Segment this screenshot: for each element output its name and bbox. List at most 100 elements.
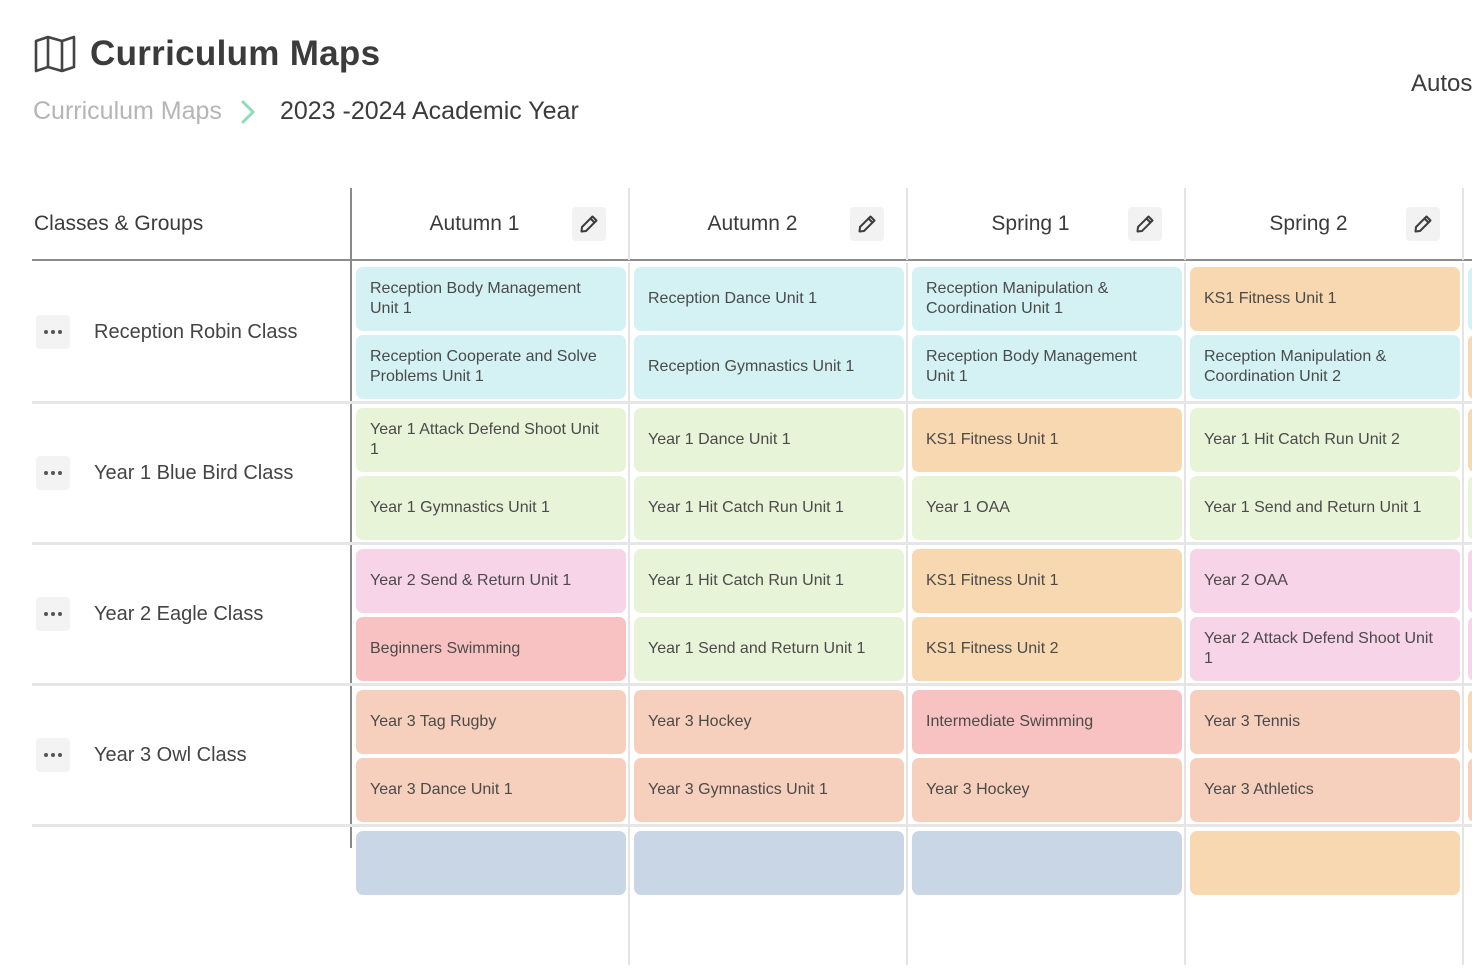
pencil-icon xyxy=(1413,214,1433,234)
unit-card[interactable]: Year 1 Hit Catch Run Unit 2 xyxy=(1190,408,1460,472)
chevron-right-icon xyxy=(240,98,262,126)
unit-card[interactable]: KS1 Fitness Unit 2 xyxy=(912,617,1182,681)
unit-card[interactable] xyxy=(1468,267,1472,331)
unit-card[interactable] xyxy=(1468,476,1472,540)
term-cell xyxy=(908,827,1186,965)
term-cell: KS1 Fitness Unit 1 Year 1 OAA xyxy=(908,404,1186,542)
unit-card[interactable]: KS1 Fitness Unit 1 xyxy=(912,549,1182,613)
edit-term-button[interactable] xyxy=(572,207,606,241)
unit-card[interactable] xyxy=(1468,617,1472,681)
term-header-overflow xyxy=(1464,188,1472,260)
unit-card[interactable]: Reception Manipulation & Coordination Un… xyxy=(1190,335,1460,399)
unit-title: Year 3 Hockey xyxy=(926,781,1030,798)
class-menu-button[interactable] xyxy=(36,456,70,490)
unit-card[interactable] xyxy=(1468,335,1472,399)
unit-card[interactable]: Reception Cooperate and Solve Problems U… xyxy=(356,335,626,399)
unit-card[interactable]: Year 3 Hockey xyxy=(634,690,904,754)
breadcrumb-current: 2023 -2024 Academic Year xyxy=(279,97,579,125)
unit-card[interactable]: Reception Body Management Unit 1 xyxy=(356,267,626,331)
term-header: Autumn 1 xyxy=(352,188,630,260)
unit-card[interactable]: Year 3 Gymnastics Unit 1 xyxy=(634,758,904,822)
unit-card[interactable] xyxy=(356,831,626,895)
unit-card[interactable]: Reception Manipulation & Coordination Un… xyxy=(912,267,1182,331)
unit-card[interactable] xyxy=(1468,408,1472,472)
unit-card[interactable]: Beginners Swimming xyxy=(356,617,626,681)
unit-card[interactable] xyxy=(1468,758,1472,822)
class-cell: Year 1 Blue Bird Class xyxy=(34,404,350,542)
unit-title: Year 1 Hit Catch Run Unit 2 xyxy=(1204,431,1400,448)
term-cell: Year 2 OAA Year 2 Attack Defend Shoot Uni… xyxy=(1186,545,1464,683)
breadcrumb-root-link[interactable]: Curriculum Maps xyxy=(33,97,222,126)
class-name: Year 1 Blue Bird Class xyxy=(94,461,294,484)
unit-card[interactable]: KS1 Fitness Unit 1 xyxy=(1190,267,1460,331)
unit-title: Reception Manipulation & Coordination Un… xyxy=(1204,348,1387,385)
unit-card[interactable]: Year 1 OAA xyxy=(912,476,1182,540)
unit-card[interactable] xyxy=(912,831,1182,895)
unit-card[interactable]: Year 3 Tag Rugby xyxy=(356,690,626,754)
unit-card[interactable]: Year 1 Hit Catch Run Unit 1 xyxy=(634,549,904,613)
unit-title: Beginners Swimming xyxy=(370,640,521,657)
term-cell: Year 2 Send & Return Unit 1 Beginners Swi… xyxy=(352,545,630,683)
unit-card[interactable] xyxy=(1468,549,1472,613)
class-name: Year 2 Eagle Class xyxy=(94,602,264,625)
unit-card[interactable]: KS1 Fitness Unit 1 xyxy=(912,408,1182,472)
term-cell: Year 1 Hit Catch Run Unit 2 Year 1 Send a… xyxy=(1186,404,1464,542)
unit-title: Year 3 Athletics xyxy=(1204,781,1314,798)
unit-title: Year 2 Send & Return Unit 1 xyxy=(370,572,572,589)
unit-card[interactable]: Year 2 Send & Return Unit 1 xyxy=(356,549,626,613)
unit-card[interactable] xyxy=(1468,690,1472,754)
unit-card[interactable]: Year 3 Tennis xyxy=(1190,690,1460,754)
term-label: Spring 2 xyxy=(1269,212,1348,235)
title-row: Curriculum Maps xyxy=(34,34,380,74)
unit-card[interactable] xyxy=(634,831,904,895)
edit-term-button[interactable] xyxy=(850,207,884,241)
unit-card[interactable]: Reception Dance Unit 1 xyxy=(634,267,904,331)
edit-term-button[interactable] xyxy=(1406,207,1440,241)
more-horizontal-icon xyxy=(43,329,63,335)
more-horizontal-icon xyxy=(43,611,63,617)
term-label: Autumn 1 xyxy=(429,212,520,235)
unit-card[interactable]: Year 2 Attack Defend Shoot Unit 1 xyxy=(1190,617,1460,681)
class-cell: Year 2 Eagle Class xyxy=(34,545,350,683)
unit-title: Year 1 Send and Return Unit 1 xyxy=(1204,499,1422,516)
unit-card[interactable]: Year 1 Hit Catch Run Unit 1 xyxy=(634,476,904,540)
unit-title: Year 1 Hit Catch Run Unit 1 xyxy=(648,572,844,589)
term-cell: KS1 Fitness Unit 1 KS1 Fitness Unit 2 xyxy=(908,545,1186,683)
unit-card[interactable]: Year 1 Send and Return Unit 1 xyxy=(634,617,904,681)
unit-card[interactable]: Year 3 Athletics xyxy=(1190,758,1460,822)
unit-card[interactable]: Year 3 Dance Unit 1 xyxy=(356,758,626,822)
unit-card[interactable]: Year 2 OAA xyxy=(1190,549,1460,613)
unit-card[interactable]: Year 3 Hockey xyxy=(912,758,1182,822)
class-menu-button[interactable] xyxy=(36,738,70,772)
class-menu-button[interactable] xyxy=(36,597,70,631)
class-row: Year 2 Eagle Class Year 2 Send & Return U… xyxy=(32,545,1472,686)
unit-title: Year 1 OAA xyxy=(926,499,1010,516)
unit-title: Year 1 Send and Return Unit 1 xyxy=(648,640,866,657)
unit-card[interactable]: Year 1 Send and Return Unit 1 xyxy=(1190,476,1460,540)
unit-card[interactable]: Year 1 Dance Unit 1 xyxy=(634,408,904,472)
unit-card[interactable]: Intermediate Swimming xyxy=(912,690,1182,754)
class-name: Year 3 Owl Class xyxy=(94,743,247,766)
pencil-icon xyxy=(1135,214,1155,234)
unit-title: Year 1 Attack Defend Shoot Unit 1 xyxy=(370,421,599,458)
edit-term-button[interactable] xyxy=(1128,207,1162,241)
unit-card[interactable]: Reception Gymnastics Unit 1 xyxy=(634,335,904,399)
class-cell: Year 3 Owl Class xyxy=(34,686,350,824)
unit-title: Reception Manipulation & Coordination Un… xyxy=(926,280,1109,317)
term-label: Spring 1 xyxy=(991,212,1070,235)
classes-groups-header: Classes & Groups xyxy=(34,212,204,235)
unit-title: KS1 Fitness Unit 1 xyxy=(926,431,1059,448)
term-cell-overflow xyxy=(1464,686,1472,824)
map-icon xyxy=(34,34,78,74)
unit-card[interactable]: Reception Body Management Unit 1 xyxy=(912,335,1182,399)
term-cell-overflow xyxy=(1464,263,1472,401)
term-header: Spring 1 xyxy=(908,188,1186,260)
term-cell: Year 1 Hit Catch Run Unit 1 Year 1 Send a… xyxy=(630,545,908,683)
unit-card[interactable]: Year 1 Gymnastics Unit 1 xyxy=(356,476,626,540)
term-cell: Year 1 Attack Defend Shoot Unit 1 Year 1 … xyxy=(352,404,630,542)
unit-title: Reception Dance Unit 1 xyxy=(648,290,817,307)
term-cell: Year 3 Tennis Year 3 Athletics xyxy=(1186,686,1464,824)
unit-card[interactable] xyxy=(1190,831,1460,895)
class-menu-button[interactable] xyxy=(36,315,70,349)
unit-card[interactable]: Year 1 Attack Defend Shoot Unit 1 xyxy=(356,408,626,472)
